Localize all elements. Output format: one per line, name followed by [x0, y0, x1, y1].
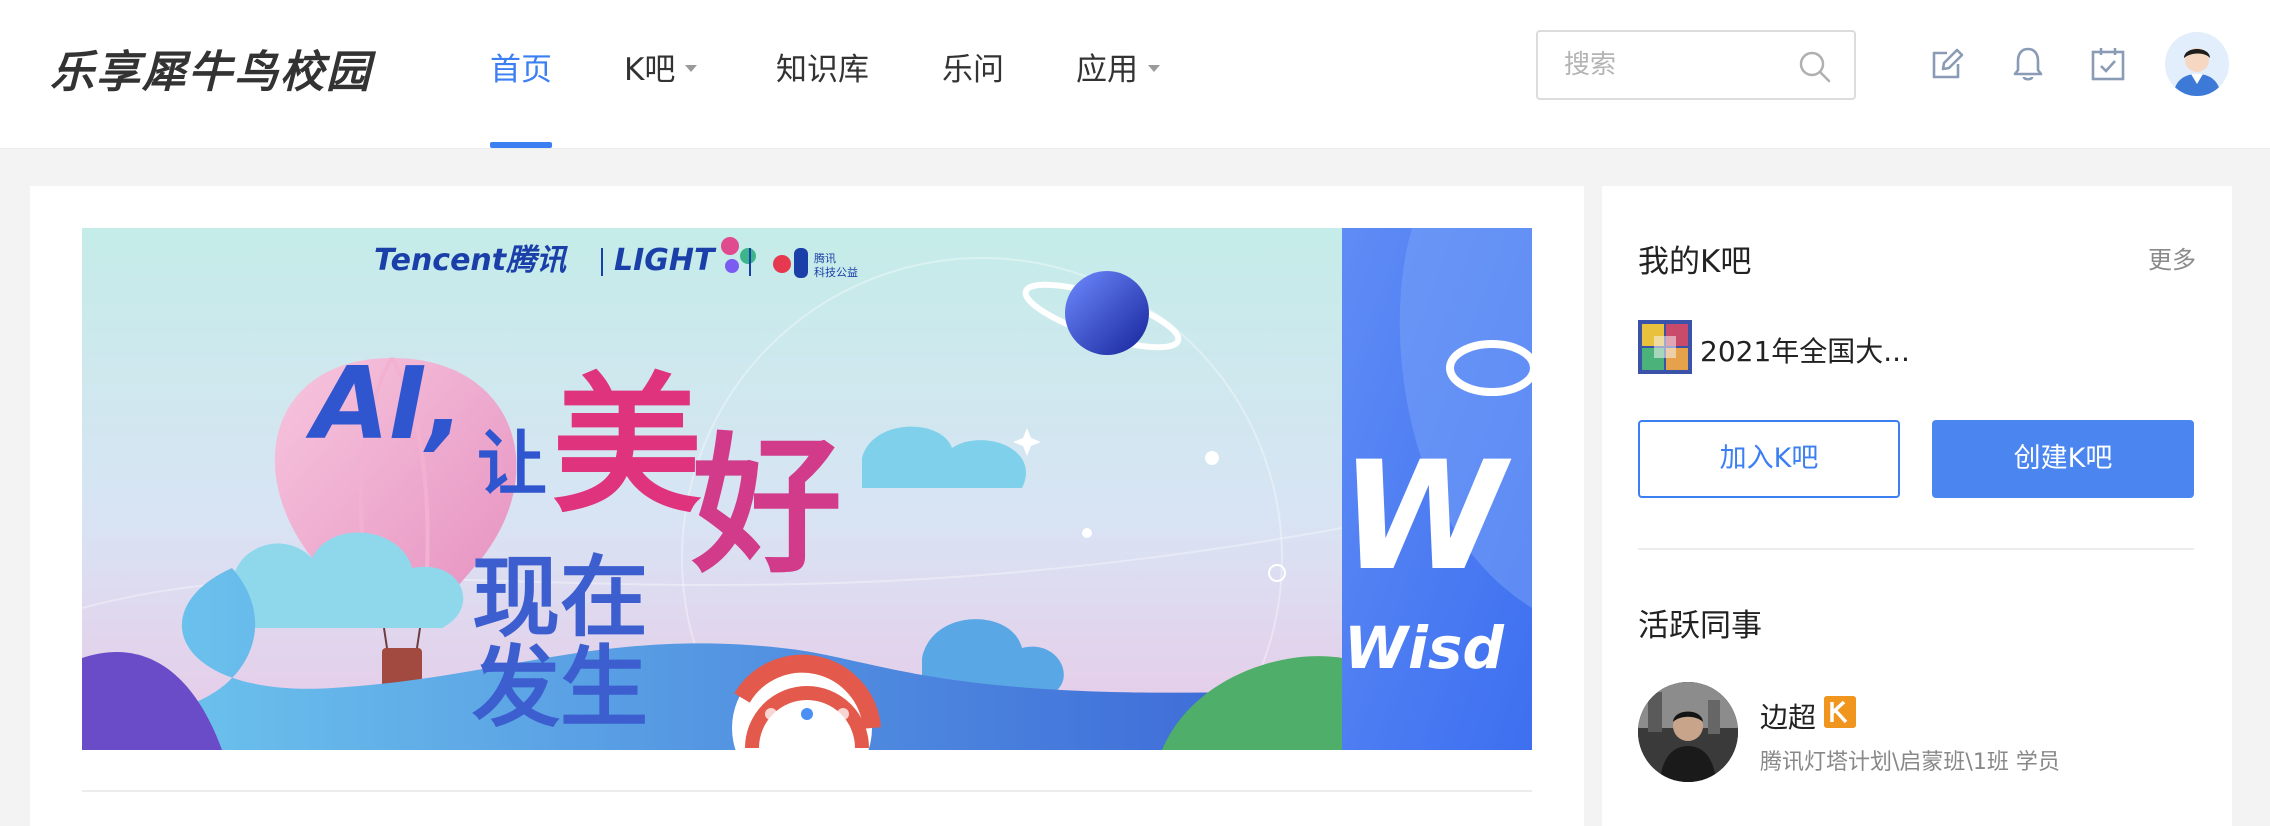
create-kbar-button[interactable]: 创建K吧: [1932, 420, 2194, 498]
nav-home[interactable]: 首页: [490, 44, 552, 148]
svg-text:让: 让: [477, 423, 547, 505]
svg-text:Tencent腾讯: Tencent腾讯: [374, 243, 568, 278]
avatar-image: [2165, 32, 2229, 96]
nav-knowledge-base[interactable]: 知识库: [776, 44, 869, 148]
main-content-card: Tencent腾讯 LIGHT 腾讯 科技公益 AI, 让 美 好 现在 发生 …: [30, 186, 1584, 826]
carousel-dot[interactable]: [837, 708, 849, 720]
level-badge-icon: [1824, 696, 1856, 728]
active-colleagues-title: 活跃同事: [1638, 608, 1762, 644]
svg-text:腾讯: 腾讯: [814, 251, 836, 265]
svg-text:LIGHT: LIGHT: [614, 243, 717, 278]
nav-kbar-label: K吧: [624, 52, 676, 88]
nav-lewen-label: 乐问: [942, 52, 1004, 88]
sidebar-divider: [1638, 548, 2194, 550]
top-header: 乐享犀牛鸟校园 首页 K吧 知识库 乐问 应用: [0, 0, 2270, 148]
kbar-thumbnail: [1638, 320, 1692, 374]
svg-text:科技公益: 科技公益: [814, 265, 858, 279]
my-kbar-title: 我的K吧: [1638, 244, 1752, 280]
user-avatar[interactable]: [2165, 32, 2229, 96]
search-icon[interactable]: [1798, 50, 1832, 84]
carousel-dot-active[interactable]: [801, 708, 813, 720]
banner-carousel[interactable]: Tencent腾讯 LIGHT 腾讯 科技公益 AI, 让 美 好 现在 发生 …: [82, 228, 1532, 750]
search-box: [1536, 30, 1856, 100]
svg-text:现在: 现在: [472, 546, 648, 649]
nav-home-label: 首页: [490, 52, 552, 88]
carousel-dots: [82, 705, 1532, 724]
join-kbar-button[interactable]: 加入K吧: [1638, 420, 1900, 498]
svg-text:好: 好: [691, 420, 842, 594]
nav-apps[interactable]: 应用: [1076, 44, 1160, 148]
carousel-dot[interactable]: [765, 708, 777, 720]
banner-image: Tencent腾讯 LIGHT 腾讯 科技公益 AI, 让 美 好 现在 发生 …: [82, 228, 1532, 750]
colleague-role: 腾讯灯塔计划\启蒙班\1班 学员: [1760, 750, 2060, 775]
nav-lewen[interactable]: 乐问: [942, 44, 1004, 148]
sidebar-card: 我的K吧 更多 2021年全国大... 加入K吧 创建K吧 活跃同事 边超 腾讯…: [1602, 186, 2232, 826]
calendar-check-icon[interactable]: [2088, 44, 2128, 84]
kbar-name: 2021年全国大...: [1700, 335, 1910, 368]
site-logo[interactable]: 乐享犀牛鸟校园: [50, 36, 372, 100]
colleague-name[interactable]: 边超: [1760, 696, 1816, 736]
svg-text:Wisd: Wisd: [1344, 614, 1504, 682]
nav-apps-label: 应用: [1076, 52, 1138, 88]
svg-text:AI,: AI,: [305, 345, 465, 462]
chevron-down-icon: [685, 65, 698, 72]
svg-text:W: W: [1340, 430, 1512, 604]
edit-icon[interactable]: [1928, 44, 1968, 84]
colleague-photo: [1638, 682, 1738, 782]
nav-knowledge-base-label: 知识库: [776, 52, 869, 88]
more-link[interactable]: 更多: [2148, 240, 2196, 275]
svg-text:美: 美: [552, 360, 702, 534]
colleague-avatar[interactable]: [1638, 682, 1738, 782]
nav-kbar[interactable]: K吧: [624, 44, 698, 148]
nav-active-indicator: [490, 142, 552, 148]
content-divider: [82, 790, 1532, 792]
bell-icon[interactable]: [2008, 44, 2048, 84]
chevron-down-icon: [1148, 65, 1160, 72]
search-input[interactable]: [1538, 32, 1798, 98]
